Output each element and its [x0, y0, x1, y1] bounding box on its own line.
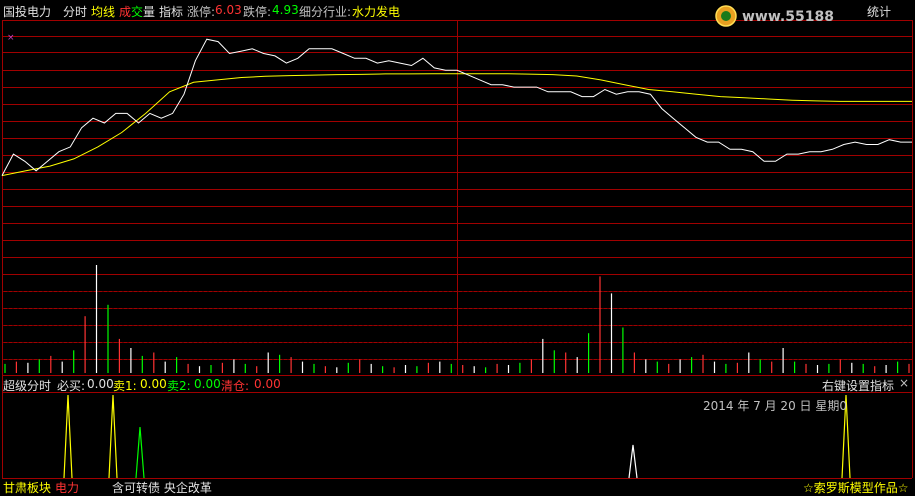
menu-indicator[interactable]: 指标 [159, 3, 183, 20]
signal-spike [135, 426, 145, 479]
buy-value: 0.00 [87, 377, 114, 391]
limit-up-value: 6.03 [215, 3, 242, 17]
menu-volume-3[interactable]: 量 [143, 3, 155, 20]
credit-text: ☆索罗斯模型作品☆ [803, 481, 909, 495]
logo-text: www.55188.com [742, 9, 834, 25]
limit-down-label: 跌停: [243, 5, 272, 19]
sector-tag[interactable]: 电力 [55, 479, 79, 496]
signal-spike [628, 444, 638, 479]
menu-volume-1[interactable]: 成 [119, 3, 131, 20]
industry-label: 细分行业: [299, 5, 352, 19]
menu-volume-2[interactable]: 交 [131, 3, 143, 20]
industry-value: 水力发电 [352, 5, 401, 19]
sell1-label: 卖1: [113, 379, 137, 393]
right-click-settings[interactable]: 右键设置指标 [822, 377, 894, 394]
intraday-chart[interactable]: × [0, 0, 915, 492]
sell2-label: 卖2: [167, 379, 191, 393]
clear-label: 清仓: [221, 379, 250, 393]
signal-spike [63, 394, 73, 479]
signal-spike [108, 394, 118, 479]
close-icon[interactable]: × [899, 376, 909, 390]
menu-average[interactable]: 均线 [91, 3, 115, 20]
stock-name[interactable]: 国投电力 [3, 3, 51, 20]
site-logo: www.55188.com [714, 4, 872, 31]
sector-name[interactable]: 甘肃板块 [3, 479, 51, 496]
logo-icon: www.55188.com [715, 5, 872, 27]
buy-label: 必买: [57, 379, 86, 393]
menu-intraday[interactable]: 分时 [63, 3, 87, 20]
date-label: 2014 年 7 月 20 日 星期0 [703, 399, 847, 413]
limit-up-label: 涨停: [187, 5, 216, 19]
cross-marker: × [7, 33, 15, 43]
sub-chart-title[interactable]: 超级分时 [3, 377, 51, 394]
sell2-value: 0.00 [194, 377, 221, 391]
stats-button[interactable]: 统计 [867, 3, 891, 20]
clear-value: 0.00 [254, 377, 281, 391]
concept-list: 含可转债 央企改革 [112, 481, 212, 495]
sell1-value: 0.00 [140, 377, 167, 391]
limit-down-value: 4.93 [272, 3, 299, 17]
